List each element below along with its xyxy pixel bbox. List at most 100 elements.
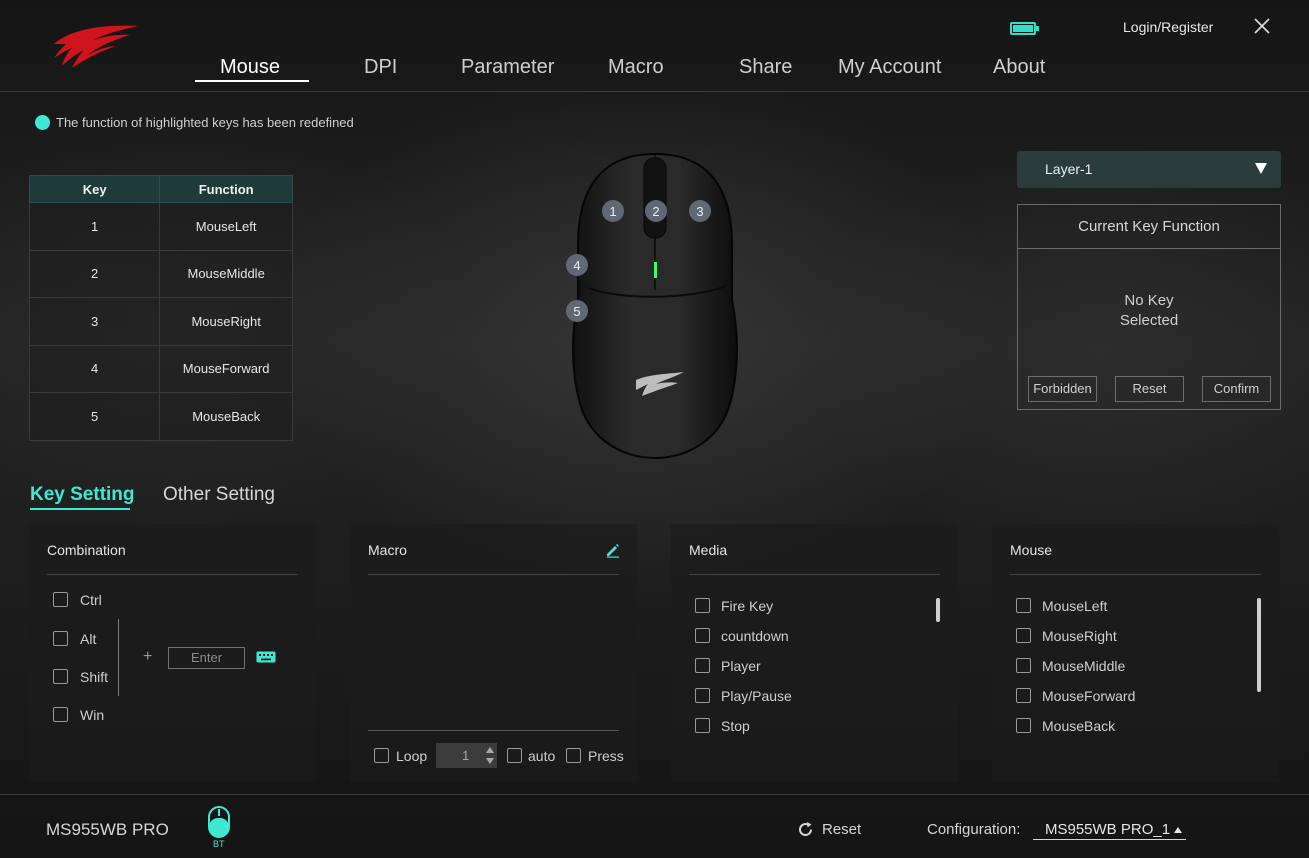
tab-about[interactable]: About xyxy=(993,56,1045,79)
tab-parameter[interactable]: Parameter xyxy=(461,56,554,79)
reset-button[interactable]: Reset xyxy=(797,821,861,838)
win-label: Win xyxy=(80,707,105,723)
media-checkbox-fire-key[interactable] xyxy=(695,598,710,613)
combination-title: Combination xyxy=(47,542,126,558)
media-scrollbar[interactable] xyxy=(936,598,940,622)
media-label-play-pause: Play/Pause xyxy=(721,688,792,704)
panel-divider xyxy=(368,574,619,575)
mouse-key-badge-2[interactable]: 2 xyxy=(645,200,667,222)
table-row[interactable]: 2 MouseMiddle xyxy=(28,249,293,298)
ctrl-label: Ctrl xyxy=(80,592,102,608)
table-row[interactable]: 3 MouseRight xyxy=(28,297,293,346)
key-enter-field[interactable]: Enter xyxy=(168,647,245,669)
forbidden-button[interactable]: Forbidden xyxy=(1028,376,1097,402)
device-name: MS955WB PRO xyxy=(46,820,169,839)
current-key-function-panel: Current Key Function No Key Selected For… xyxy=(1017,204,1281,410)
media-label-player: Player xyxy=(721,658,761,674)
table-row[interactable]: 5 MouseBack xyxy=(28,392,293,441)
plus-sign: + xyxy=(143,648,153,665)
alt-checkbox[interactable] xyxy=(53,631,68,646)
macro-panel: Macro Loop 1 auto Press xyxy=(350,524,637,781)
keyboard-icon[interactable] xyxy=(256,651,276,663)
table-row[interactable]: 1 MouseLeft xyxy=(28,202,293,251)
close-icon[interactable] xyxy=(1250,14,1274,38)
mouse-title: Mouse xyxy=(1010,542,1053,558)
tab-dpi[interactable]: DPI xyxy=(364,56,397,79)
edit-pencil-icon[interactable] xyxy=(605,542,621,558)
loop-checkbox[interactable] xyxy=(374,748,389,763)
alt-label: Alt xyxy=(80,631,97,647)
mouse-checkbox-left[interactable] xyxy=(1016,598,1031,613)
key-cell: 5 xyxy=(28,392,161,441)
caret-up-icon xyxy=(1174,826,1183,833)
shift-checkbox[interactable] xyxy=(53,669,68,684)
media-label-countdown: countdown xyxy=(721,628,789,644)
refresh-icon xyxy=(799,822,812,836)
dropdown-arrow-icon xyxy=(1255,163,1267,174)
loop-count-stepper[interactable]: 1 xyxy=(436,743,497,768)
redefined-hint: The function of highlighted keys has bee… xyxy=(35,115,354,130)
key-cell: 2 xyxy=(28,249,161,298)
mouse-checkbox-forward[interactable] xyxy=(1016,688,1031,703)
key-function-table: Key Function 1 MouseLeft 2 MouseMiddle 3 Mo… xyxy=(28,175,293,441)
function-cell: MouseForward xyxy=(159,344,293,393)
configuration-select[interactable]: MS955WB PRO_1 xyxy=(1033,821,1187,840)
mouse-label-left: MouseLeft xyxy=(1042,598,1108,614)
win-checkbox[interactable] xyxy=(53,707,68,722)
mouse-label-forward: MouseForward xyxy=(1042,688,1136,704)
configuration-value: MS955WB PRO_1 xyxy=(1045,821,1171,838)
media-panel: Media Fire Key countdown Player Play/Pau… xyxy=(671,524,958,781)
function-cell: MouseLeft xyxy=(159,202,293,251)
key-setting-underline xyxy=(30,508,130,510)
macro-title: Macro xyxy=(368,542,407,558)
confirm-button[interactable]: Confirm xyxy=(1202,376,1271,402)
highlight-dot-icon xyxy=(35,115,50,130)
media-checkbox-countdown[interactable] xyxy=(695,628,710,643)
function-cell: MouseMiddle xyxy=(159,249,293,298)
function-cell: MouseRight xyxy=(159,297,293,346)
mouse-label-back: MouseBack xyxy=(1042,718,1116,734)
media-title: Media xyxy=(689,542,728,558)
mouse-key-badge-3[interactable]: 3 xyxy=(689,200,711,222)
stepper-arrows-icon[interactable] xyxy=(485,745,495,766)
mouse-checkbox-back[interactable] xyxy=(1016,718,1031,733)
key-cell: 4 xyxy=(28,344,161,393)
layer-select[interactable]: Layer-1 xyxy=(1017,151,1281,188)
panel-divider xyxy=(47,574,298,575)
mouse-key-badge-4[interactable]: 4 xyxy=(566,254,588,276)
footer-divider xyxy=(0,794,1309,795)
layer-select-value: Layer-1 xyxy=(1045,161,1093,177)
tab-share[interactable]: Share xyxy=(739,56,792,79)
media-checkbox-play-pause[interactable] xyxy=(695,688,710,703)
mouse-checkbox-right[interactable] xyxy=(1016,628,1031,643)
mouse-key-badge-1[interactable]: 1 xyxy=(602,200,624,222)
reset-label: Reset xyxy=(822,821,862,838)
bt-label: BT xyxy=(213,839,225,849)
battery-icon xyxy=(1010,22,1039,35)
table-header-function: Function xyxy=(159,175,293,203)
tab-other-setting[interactable]: Other Setting xyxy=(163,484,275,506)
press-label: Press xyxy=(588,748,624,764)
tab-mouse[interactable]: Mouse xyxy=(220,56,280,79)
mouse-key-badge-5[interactable]: 5 xyxy=(566,300,588,322)
reset-key-button[interactable]: Reset xyxy=(1115,376,1184,402)
mouse-image: 1 2 3 4 5 xyxy=(560,150,750,462)
mouse-checkbox-middle[interactable] xyxy=(1016,658,1031,673)
media-checkbox-player[interactable] xyxy=(695,658,710,673)
tab-my-account[interactable]: My Account xyxy=(838,56,941,79)
table-row[interactable]: 4 MouseForward xyxy=(28,344,293,393)
ctrl-checkbox[interactable] xyxy=(53,592,68,607)
panel-divider xyxy=(689,574,940,575)
tab-key-setting[interactable]: Key Setting xyxy=(30,484,135,506)
mouse-device-icon[interactable] xyxy=(207,806,231,838)
login-register-link[interactable]: Login/Register xyxy=(1123,19,1213,35)
mouse-scrollbar[interactable] xyxy=(1257,598,1261,692)
press-checkbox[interactable] xyxy=(566,748,581,763)
media-checkbox-stop[interactable] xyxy=(695,718,710,733)
auto-checkbox[interactable] xyxy=(507,748,522,763)
macro-list-divider xyxy=(368,730,619,731)
loop-label: Loop xyxy=(396,748,428,764)
combination-divider xyxy=(118,619,119,696)
media-label-fire-key: Fire Key xyxy=(721,598,774,614)
tab-macro[interactable]: Macro xyxy=(608,56,664,79)
